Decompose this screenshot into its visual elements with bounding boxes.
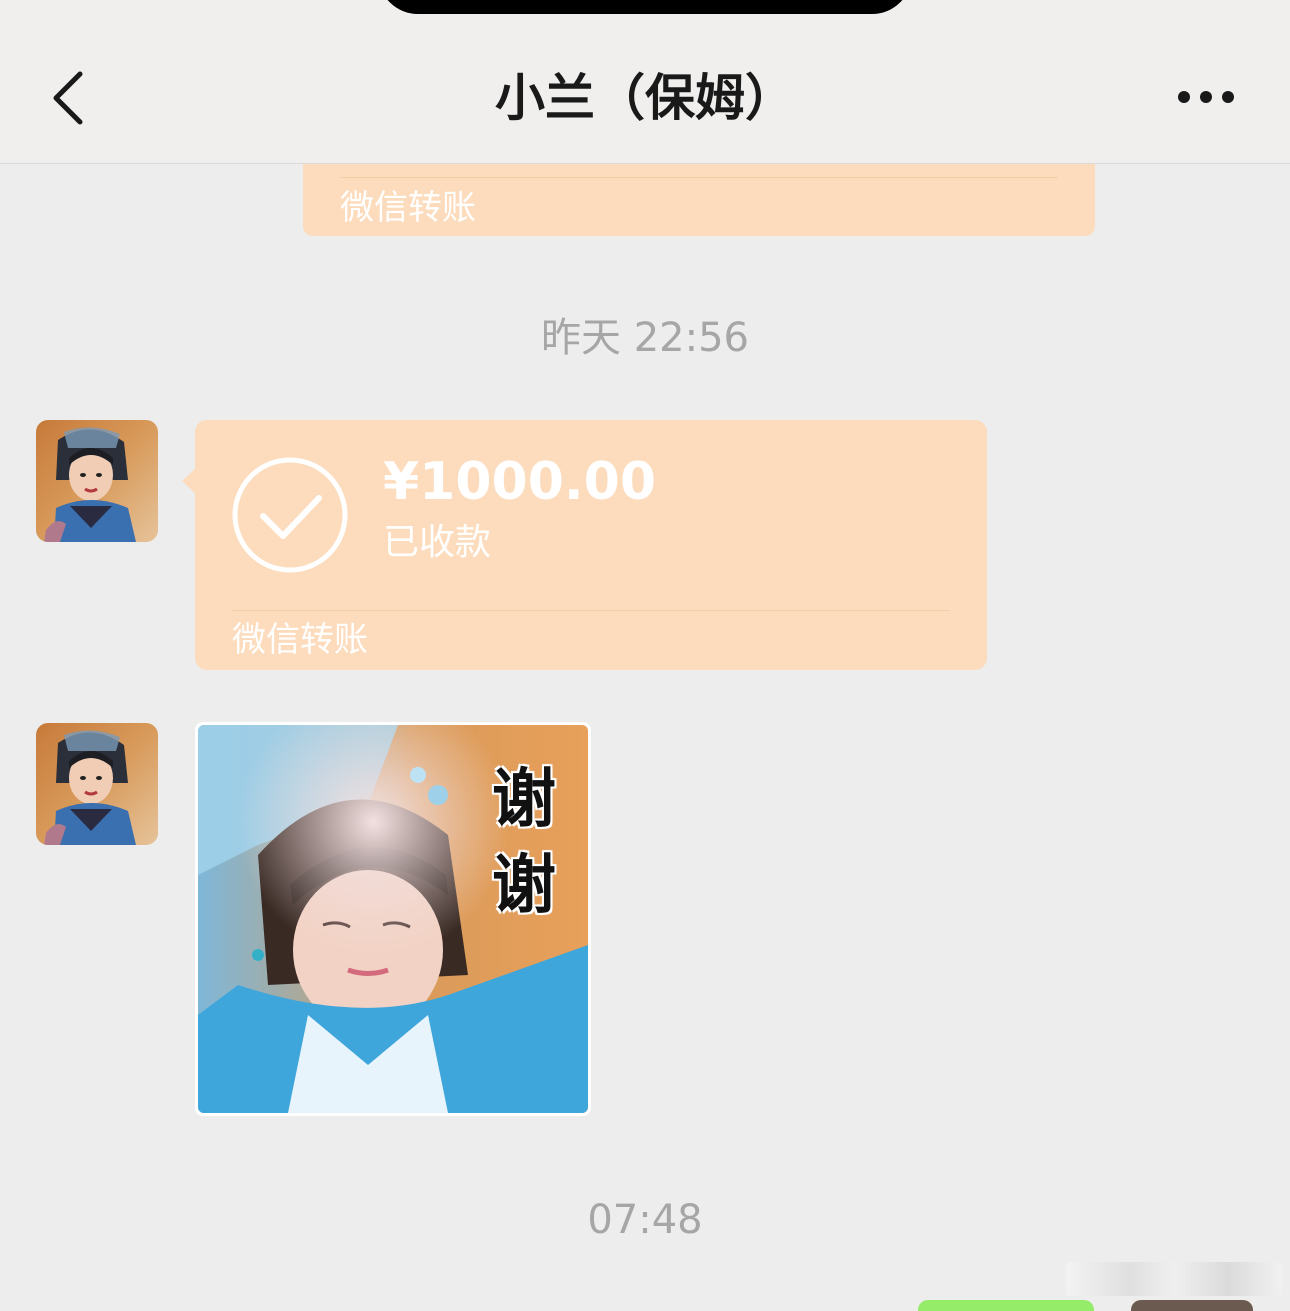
sent-image-preview (1066, 1262, 1282, 1296)
transfer-message-card[interactable]: ¥1000.00 已收款 微信转账 (182, 420, 987, 670)
contact-avatar[interactable] (36, 420, 158, 542)
card-divider (232, 610, 950, 611)
avatar-image (36, 420, 158, 542)
more-dot (1200, 91, 1212, 103)
message-timestamp: 07:48 (587, 1197, 703, 1243)
self-avatar[interactable] (1131, 1300, 1253, 1311)
sent-message-bubble[interactable] (918, 1300, 1094, 1311)
avatar-image (36, 723, 158, 845)
bubble-tail (182, 468, 196, 494)
more-button[interactable] (1166, 74, 1246, 120)
previous-transfer-card[interactable]: 微信转账 (303, 164, 1095, 236)
card-divider (340, 177, 1058, 178)
check-circle-icon (232, 457, 348, 573)
transfer-label: 微信转账 (232, 620, 368, 660)
sticker-image: 谢谢 (198, 725, 588, 1113)
transfer-status: 已收款 (383, 522, 492, 563)
navigation-bar: 小兰（保姆） (0, 0, 1290, 164)
more-dots-icon (1178, 91, 1190, 103)
contact-avatar[interactable] (36, 723, 158, 845)
sticker-caption: 谢谢 (492, 763, 556, 923)
chat-title: 小兰（保姆） (495, 69, 795, 127)
more-dot (1222, 91, 1234, 103)
chat-screen: 小兰（保姆） 微信转账 昨天 22:56 ¥1000.00 已收款 微信转账 谢… (0, 0, 1290, 1311)
sticker-message[interactable]: 谢谢 (195, 722, 591, 1116)
transfer-label: 微信转账 (340, 188, 476, 228)
transfer-amount: ¥1000.00 (383, 452, 657, 512)
device-notch (378, 0, 912, 14)
message-timestamp: 昨天 22:56 (541, 315, 749, 361)
